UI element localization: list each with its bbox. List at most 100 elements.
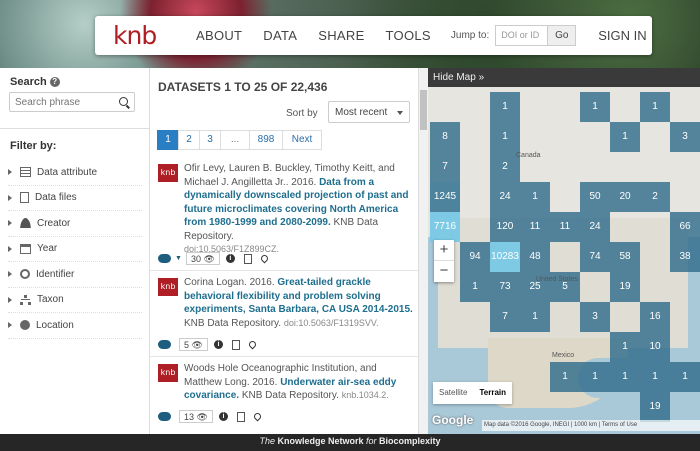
filter-location[interactable]: Location <box>8 313 142 339</box>
map-density-cell[interactable]: 1 <box>610 122 640 152</box>
download-cloud-icon[interactable] <box>158 412 171 421</box>
results-scrollbar[interactable] <box>418 68 428 434</box>
map-density-cell[interactable]: 1 <box>580 362 610 392</box>
map-density-cell[interactable]: 7 <box>430 152 460 182</box>
map-density-cell[interactable]: 24 <box>580 212 610 242</box>
help-icon[interactable]: ? <box>49 77 60 87</box>
document-icon[interactable] <box>243 253 252 264</box>
map-density-cell[interactable]: 48 <box>520 242 550 272</box>
map-pin-icon[interactable] <box>259 253 270 264</box>
filter-data-files[interactable]: Data files <box>8 186 142 211</box>
map-density-cell[interactable]: 1 <box>550 362 580 392</box>
map-density-cell[interactable]: 2 <box>640 182 670 212</box>
eye-icon: 👁 <box>191 340 203 350</box>
map-density-cell[interactable]: 24 <box>490 182 520 212</box>
chevron-down-icon[interactable]: ▼ <box>175 255 182 262</box>
page-3[interactable]: 3 <box>199 130 221 150</box>
map-density-cell[interactable]: 1 <box>460 272 490 302</box>
map-density-cell[interactable]: 10283 <box>490 242 520 272</box>
map-pin-icon[interactable] <box>252 411 263 422</box>
map-density-cell[interactable]: 58 <box>610 242 640 272</box>
map-density-cell[interactable]: 120 <box>490 212 520 242</box>
citation: Ofir Levy, Lauren B. Buckley, Timothy Ke… <box>184 162 414 257</box>
map-density-cell[interactable]: 1 <box>610 362 640 392</box>
map-density-cell[interactable]: 10 <box>640 332 670 362</box>
info-icon[interactable]: i <box>218 412 228 421</box>
map-density-cell[interactable]: 19 <box>610 272 640 302</box>
map-density-cell[interactable]: 19 <box>640 392 670 422</box>
sort-select[interactable]: Most recent <box>328 101 410 123</box>
map-density-cell[interactable]: 1 <box>640 362 670 392</box>
knb-logo[interactable]: knb <box>113 21 175 50</box>
map-density-cell[interactable]: 7716 <box>430 212 460 242</box>
map-density-cell[interactable]: 1 <box>490 122 520 152</box>
user-icon <box>20 218 31 229</box>
jump-to-input[interactable]: DOI or ID <box>495 25 549 46</box>
page-2[interactable]: 2 <box>178 130 200 150</box>
nav-share[interactable]: SHARE <box>318 28 364 43</box>
satellite-button[interactable]: Satellite <box>433 382 473 404</box>
map-density-cell[interactable]: 20 <box>610 182 640 212</box>
caret-right-icon <box>8 296 12 303</box>
map-pin-icon[interactable] <box>247 339 258 350</box>
download-cloud-icon[interactable] <box>158 340 171 349</box>
map-density-cell[interactable]: 3 <box>580 302 610 332</box>
map-density-cell[interactable]: 3 <box>670 122 700 152</box>
filter-creator[interactable]: Creator <box>8 211 142 237</box>
caret-right-icon <box>8 322 12 329</box>
map-density-cell[interactable]: 66 <box>670 212 700 242</box>
map-density-cell[interactable]: 1 <box>490 92 520 122</box>
map-density-cell[interactable]: 7 <box>490 302 520 332</box>
map-density-cell[interactable]: 50 <box>580 182 610 212</box>
info-icon[interactable]: i <box>225 254 235 263</box>
caret-right-icon <box>8 271 12 278</box>
zoom-in-button[interactable]: + <box>434 240 454 261</box>
filter-data-attribute[interactable]: Data attribute <box>8 160 142 186</box>
filter-identifier[interactable]: Identifier <box>8 262 142 288</box>
map-density-cell[interactable]: 1 <box>640 92 670 122</box>
map-density-cell[interactable]: 1 <box>520 182 550 212</box>
map-density-cell[interactable]: 74 <box>580 242 610 272</box>
search-input[interactable] <box>10 96 110 108</box>
terrain-button[interactable]: Terrain <box>473 382 512 404</box>
page-last[interactable]: 898 <box>249 130 283 150</box>
map-density-cell[interactable]: 1 <box>520 302 550 332</box>
map-density-cell[interactable]: 1 <box>580 92 610 122</box>
map-attribution[interactable]: Map data ©2016 Google, INEGI | 1000 km |… <box>482 420 700 431</box>
nav-tools[interactable]: TOOLS <box>386 28 431 43</box>
map-density-cell[interactable]: 94 <box>460 242 490 272</box>
info-icon[interactable]: i <box>213 340 223 349</box>
hide-map-toggle[interactable]: Hide Map » <box>428 68 700 87</box>
map-density-cell[interactable]: 1 <box>610 332 640 362</box>
nav-data[interactable]: DATA <box>263 28 297 43</box>
nav-about[interactable]: ABOUT <box>196 28 242 43</box>
document-icon[interactable] <box>231 339 240 350</box>
zoom-out-button[interactable]: − <box>434 261 454 282</box>
map-density-cell[interactable]: 38 <box>670 242 700 272</box>
footer-the: The <box>259 436 275 446</box>
citation: Woods Hole Oceanographic Institution, an… <box>184 362 414 403</box>
download-cloud-icon[interactable] <box>158 254 171 263</box>
map-density-cell[interactable]: 11 <box>520 212 550 242</box>
record-tools: 13 👁 i <box>158 410 270 423</box>
document-icon[interactable] <box>236 411 245 422</box>
view-count-number: 13 <box>184 412 195 422</box>
knb-badge: knb <box>158 164 178 182</box>
sign-in-link[interactable]: SIGN IN <box>598 28 646 43</box>
jump-go-button[interactable]: Go <box>548 25 577 46</box>
filter-taxon[interactable]: Taxon <box>8 288 142 313</box>
filter-year[interactable]: Year <box>8 237 142 262</box>
map-density-cell[interactable]: 16 <box>640 302 670 332</box>
page-1[interactable]: 1 <box>157 130 179 150</box>
map-density-cell[interactable]: 1245 <box>430 182 460 212</box>
page-next[interactable]: Next <box>282 130 322 150</box>
scrollbar-thumb[interactable] <box>420 90 427 130</box>
filter-sidebar: Search? Filter by: Data attribute Data f… <box>0 68 150 434</box>
map-density-cell[interactable]: 11 <box>550 212 580 242</box>
map-density-cell[interactable]: 1 <box>670 362 700 392</box>
map-density-cell[interactable]: 8 <box>430 122 460 152</box>
map-panel[interactable]: Hide Map » 1 1 1 8 1 1 3 7 2 1245 24 1 50 20 2 7716 120 1… <box>428 68 700 434</box>
search-icon[interactable] <box>119 97 128 106</box>
page-ellipsis[interactable]: ... <box>220 130 250 150</box>
map-density-cell[interactable]: 73 <box>490 272 520 302</box>
